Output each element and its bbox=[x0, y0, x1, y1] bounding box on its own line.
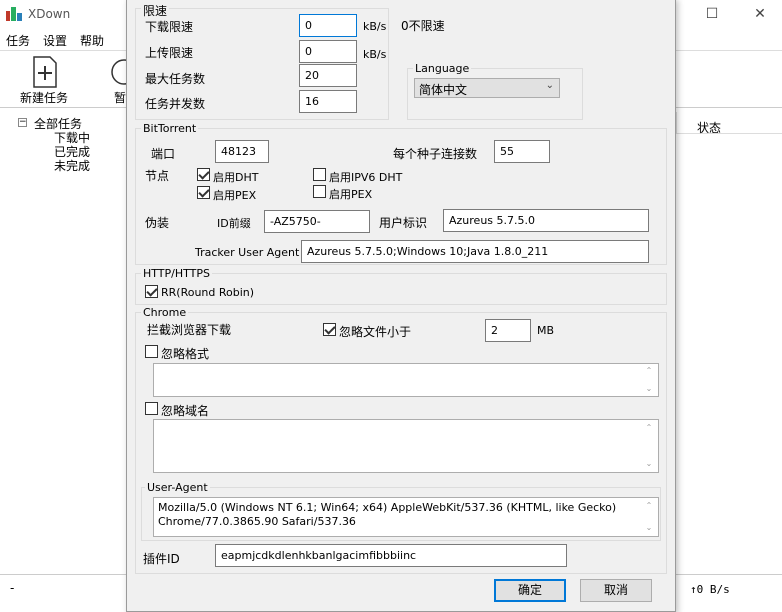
ignore-formats-textarea[interactable]: ⌃ ⌄ bbox=[153, 363, 659, 397]
user-id-input[interactable]: Azureus 5.7.5.0 bbox=[443, 209, 649, 232]
menu-settings[interactable]: 设置 bbox=[43, 32, 67, 49]
app-icon bbox=[6, 7, 22, 21]
maximize-icon[interactable]: ☐ bbox=[702, 4, 722, 24]
no-limit-hint: 0不限速 bbox=[401, 19, 445, 33]
new-task-label: 新建任务 bbox=[20, 91, 69, 105]
ignore-smaller-label: 忽略文件小于 bbox=[339, 325, 412, 339]
download-limit-input[interactable]: 0 bbox=[299, 14, 357, 37]
new-task-button[interactable]: 新建任务 bbox=[14, 54, 76, 105]
port-input[interactable]: 48123 bbox=[215, 140, 269, 163]
concurrency-label: 任务并发数 bbox=[145, 97, 206, 111]
close-icon[interactable]: ✕ bbox=[750, 4, 770, 24]
download-unit: kB/s bbox=[363, 20, 387, 33]
user-agent-scrollbar[interactable]: ⌃ ⌄ bbox=[641, 498, 658, 536]
language-select[interactable]: 简体中文 ⌄ bbox=[414, 78, 560, 98]
language-title: Language bbox=[413, 62, 472, 75]
ignore-smaller-checkbox[interactable] bbox=[323, 323, 336, 336]
chrome-title: Chrome bbox=[141, 306, 189, 319]
connections-label: 每个种子连接数 bbox=[393, 147, 478, 161]
plugin-id-label: 插件ID bbox=[143, 552, 180, 566]
enable-pex2-checkbox[interactable] bbox=[313, 185, 326, 198]
task-tree: − 全部任务 下载中 已完成 未完成 bbox=[8, 112, 128, 572]
user-agent-line-2: Chrome/77.0.3865.90 Safari/537.36 bbox=[158, 515, 356, 528]
ignore-domains-label: 忽略域名 bbox=[161, 404, 210, 418]
menu-tasks[interactable]: 任务 bbox=[6, 32, 30, 49]
upload-speed: ↑0 B/s bbox=[690, 583, 730, 596]
upload-unit: kB/s bbox=[363, 48, 387, 61]
status-column-label: 状态 bbox=[697, 121, 722, 135]
scroll-up-icon[interactable]: ⌃ bbox=[644, 366, 654, 376]
new-file-icon bbox=[33, 56, 57, 88]
tree-item-incomplete[interactable]: 未完成 bbox=[54, 157, 90, 174]
user-agent-textarea[interactable]: Mozilla/5.0 (Windows NT 6.1; Win64; x64)… bbox=[153, 497, 659, 537]
scroll-down-icon[interactable]: ⌄ bbox=[644, 384, 654, 394]
enable-ipv6-dht-checkbox[interactable] bbox=[313, 168, 326, 181]
chevron-down-icon: ⌄ bbox=[545, 80, 554, 91]
concurrency-input[interactable]: 16 bbox=[299, 90, 357, 113]
ignore-smaller-input[interactable]: 2 bbox=[485, 319, 531, 342]
app-title: XDown bbox=[28, 7, 71, 21]
max-tasks-label: 最大任务数 bbox=[145, 72, 206, 86]
intercept-downloads-label: 拦截浏览器下载 bbox=[147, 323, 232, 337]
user-agent-title: User-Agent bbox=[145, 481, 210, 494]
ok-button[interactable]: 确定 bbox=[494, 579, 566, 602]
statusbar-left: - bbox=[10, 581, 15, 595]
enable-pex-label: 启用PEX bbox=[213, 189, 257, 202]
max-tasks-input[interactable]: 20 bbox=[299, 64, 357, 87]
tracker-ua-input[interactable]: Azureus 5.7.5.0;Windows 10;Java 1.8.0_21… bbox=[301, 240, 649, 263]
enable-ipv6-dht-label: 启用IPV6 DHT bbox=[329, 171, 403, 184]
ignore-formats-label: 忽略格式 bbox=[161, 347, 210, 361]
download-limit-label: 下载限速 bbox=[145, 20, 194, 34]
scroll-up-icon[interactable]: ⌃ bbox=[644, 423, 654, 433]
disguise-label: 伪装 bbox=[145, 216, 170, 230]
cancel-button[interactable]: 取消 bbox=[580, 579, 652, 602]
tree-collapse-icon[interactable]: − bbox=[18, 118, 27, 127]
enable-dht-checkbox[interactable] bbox=[197, 168, 210, 181]
upload-limit-label: 上传限速 bbox=[145, 46, 194, 60]
ignore-formats-scrollbar[interactable]: ⌃ ⌄ bbox=[641, 364, 658, 396]
menu-help[interactable]: 帮助 bbox=[80, 32, 104, 49]
port-label: 端口 bbox=[151, 147, 176, 161]
enable-dht-label: 启用DHT bbox=[213, 171, 259, 184]
connections-input[interactable]: 55 bbox=[494, 140, 550, 163]
round-robin-checkbox[interactable] bbox=[145, 285, 158, 298]
pause-button[interactable]: 暂 bbox=[108, 54, 136, 105]
enable-pex-checkbox[interactable] bbox=[197, 186, 210, 199]
user-id-label: 用户标识 bbox=[379, 216, 428, 230]
enable-pex2-label: 启用PEX bbox=[329, 188, 373, 201]
id-prefix-input[interactable]: -AZ5750- bbox=[264, 210, 370, 233]
user-agent-line-1: Mozilla/5.0 (Windows NT 6.1; Win64; x64)… bbox=[158, 501, 617, 514]
settings-dialog: 限速 下载限速 0 kB/s 0不限速 上传限速 0 kB/s 最大任务数 20… bbox=[126, 0, 676, 612]
plugin-id-input[interactable]: eapmjcdkdlenhkbanlgacimfibbbiinc bbox=[215, 544, 567, 567]
id-prefix-label: ID前缀 bbox=[217, 217, 251, 230]
round-robin-label: RR(Round Robin) bbox=[161, 286, 255, 299]
ignore-formats-checkbox[interactable] bbox=[145, 345, 158, 358]
ignore-domains-scrollbar[interactable]: ⌃ ⌄ bbox=[641, 420, 658, 472]
bittorrent-title: BitTorrent bbox=[141, 122, 199, 135]
ignore-domains-checkbox[interactable] bbox=[145, 402, 158, 415]
ignore-domains-textarea[interactable]: ⌃ ⌄ bbox=[153, 419, 659, 473]
tracker-ua-label: Tracker User Agent bbox=[195, 246, 300, 259]
http-title: HTTP/HTTPS bbox=[141, 267, 212, 280]
nodes-label: 节点 bbox=[145, 169, 170, 183]
language-selected: 简体中文 bbox=[419, 83, 468, 97]
scroll-down-icon[interactable]: ⌄ bbox=[644, 459, 654, 469]
upload-limit-input[interactable]: 0 bbox=[299, 40, 357, 63]
scroll-down-icon[interactable]: ⌄ bbox=[644, 523, 654, 533]
pause-label: 暂 bbox=[114, 91, 127, 105]
scroll-up-icon[interactable]: ⌃ bbox=[644, 501, 654, 511]
speed-limit-title: 限速 bbox=[141, 2, 170, 19]
size-unit: MB bbox=[537, 324, 555, 337]
status-column-header[interactable]: 状态 bbox=[676, 112, 782, 135]
